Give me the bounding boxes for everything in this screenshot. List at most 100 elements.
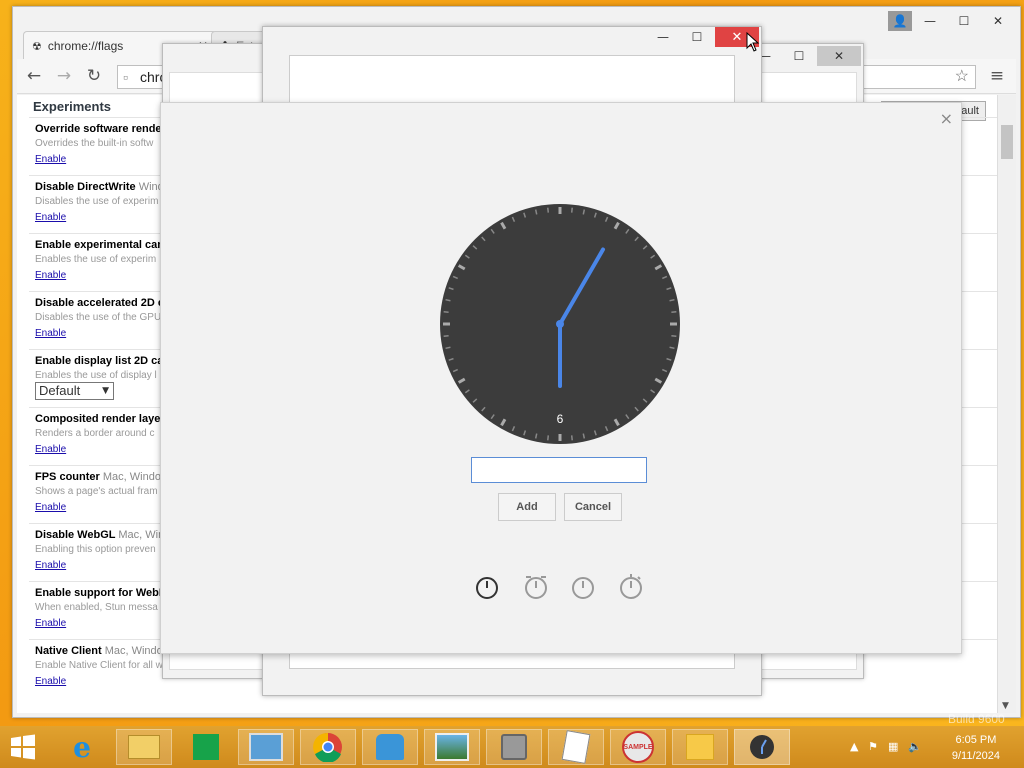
flag-enable-link[interactable]: Enable: [35, 328, 66, 339]
clock-app-icon[interactable]: [734, 729, 790, 765]
flag-title-text: FPS counter: [35, 471, 100, 483]
close-button[interactable]: ✕: [982, 11, 1014, 31]
flag-title-text: Override software render: [35, 123, 166, 135]
flag-title-text: Disable accelerated 2D ca: [35, 297, 171, 309]
flag-title-text: Enable experimental canv: [35, 239, 171, 251]
vertical-scrollbar[interactable]: ▼: [997, 95, 1016, 713]
select-value: Default: [39, 383, 81, 398]
network-icon[interactable]: ▦: [888, 740, 898, 753]
file-explorer-icon[interactable]: [116, 729, 172, 765]
flag-title: Disable accelerated 2D ca: [35, 297, 170, 309]
flag-title: Composited render layer: [35, 413, 165, 425]
tray-time: 6:05 PM: [955, 734, 997, 746]
maximize-button[interactable]: ☐: [783, 46, 815, 66]
time-input[interactable]: [471, 457, 647, 483]
add-button[interactable]: Add: [498, 493, 556, 521]
tray-date: 9/11/2024: [951, 750, 1000, 762]
flag-enable-link[interactable]: Enable: [35, 270, 66, 281]
windows-logo-icon: [11, 734, 35, 760]
start-button[interactable]: [0, 729, 46, 765]
star-icon[interactable]: ☆: [955, 66, 969, 88]
dropdown-arrow-icon: ▼: [102, 386, 109, 396]
flag-description: Shows a page's actual fram: [35, 486, 158, 497]
close-button[interactable]: ✕: [817, 46, 861, 66]
control-panel-icon[interactable]: [238, 729, 294, 765]
maximize-button[interactable]: ☐: [948, 11, 980, 31]
flag-enable-link[interactable]: Enable: [35, 212, 66, 223]
clock-tick: [570, 435, 573, 441]
analog-clock: 6: [440, 204, 680, 444]
system-tray: ▲ ⚑ ▦ 🔈 6:05 PM 9/11/2024: [844, 726, 1024, 768]
flag-platforms: Mac, Window: [102, 471, 169, 483]
taskbar: e SAMPLE ▲ ⚑ ▦ 🔈 6:05 PM 9/11/2024: [0, 726, 1024, 768]
store-icon[interactable]: [178, 729, 234, 765]
stopwatch-icon[interactable]: [618, 573, 644, 601]
clock-tick: [582, 433, 586, 439]
timer-icon[interactable]: [570, 573, 596, 601]
volume-mute-icon[interactable]: 🔈: [908, 740, 922, 753]
flag-enable-link[interactable]: Enable: [35, 560, 66, 571]
mouse-cursor-icon: [746, 32, 760, 52]
flag-title-text: Disable WebGL: [35, 529, 116, 541]
internet-explorer-icon[interactable]: e: [54, 729, 110, 765]
show-hidden-icons-icon[interactable]: ▲: [850, 740, 858, 753]
flag-description: Enables the use of experim: [35, 254, 157, 265]
flag-enable-link[interactable]: Enable: [35, 676, 66, 687]
scrollbar-thumb[interactable]: [1001, 125, 1013, 159]
dial-label: 6: [557, 412, 564, 426]
sample-app-icon[interactable]: SAMPLE: [610, 729, 666, 765]
clock-tick: [445, 346, 451, 350]
clock-tick: [669, 346, 675, 350]
action-center-flag-icon[interactable]: ⚑: [868, 740, 878, 753]
clock-tick: [582, 209, 586, 215]
reload-icon[interactable]: ↻: [83, 65, 105, 87]
clock-tick: [443, 334, 449, 337]
app-generic-icon[interactable]: [486, 729, 542, 765]
flag-title: Override software render: [35, 123, 166, 135]
chrome-window-controls: 👤 — ☐ ✕: [888, 11, 1014, 31]
clock-tick: [443, 311, 449, 314]
minimize-button[interactable]: —: [647, 27, 679, 47]
sticky-icon[interactable]: [672, 729, 728, 765]
alarm-icon[interactable]: [523, 573, 549, 601]
scroll-down-icon[interactable]: ▼: [1002, 701, 1009, 711]
forward-icon[interactable]: →: [53, 65, 75, 87]
flag-description: Enabling this option preven: [35, 544, 156, 555]
flag-enable-link[interactable]: Enable: [35, 444, 66, 455]
clock-tick: [671, 334, 677, 337]
tab-title: chrome://flags: [47, 39, 124, 53]
back-icon[interactable]: ←: [23, 65, 45, 87]
user-icon[interactable]: 👤: [888, 11, 912, 31]
flag-enable-link[interactable]: Enable: [35, 154, 66, 165]
flag-title: Disable DirectWrite Wind: [35, 181, 164, 193]
clock-tick: [534, 209, 538, 215]
flag-title: Disable WebGL Mac, Wind: [35, 529, 170, 541]
clock-tick: [547, 207, 550, 213]
flag-title: Enable display list 2D can: [35, 355, 170, 367]
flag-select[interactable]: Default ▼: [35, 382, 114, 400]
app-icon[interactable]: [362, 729, 418, 765]
clock-tick: [534, 433, 538, 439]
flag-description: Overrides the built-in softw: [35, 138, 154, 149]
flag-enable-link[interactable]: Enable: [35, 618, 66, 629]
flag-description: Enables the use of display l: [35, 370, 157, 381]
flag-description: When enabled, Stun messa: [35, 602, 158, 613]
flag-enable-link[interactable]: Enable: [35, 502, 66, 513]
flag-title: FPS counter Mac, Window: [35, 471, 169, 483]
flag-title-text: Enable display list 2D can: [35, 355, 171, 367]
chrome-icon[interactable]: [300, 729, 356, 765]
minimize-button[interactable]: —: [914, 11, 946, 31]
system-clock[interactable]: 6:05 PM 9/11/2024: [952, 732, 1000, 764]
maximize-button[interactable]: ☐: [681, 27, 713, 47]
flag-title-text: Enable support for WebR: [35, 587, 167, 599]
menu-icon[interactable]: ≡: [986, 65, 1008, 87]
notepad-icon[interactable]: [548, 729, 604, 765]
photos-icon[interactable]: [424, 729, 480, 765]
close-icon[interactable]: ×: [940, 109, 953, 128]
os-watermark: Build 9600: [948, 712, 1005, 726]
clock-icon[interactable]: [474, 573, 500, 601]
flag-title: Native Client Mac, Window: [35, 645, 171, 657]
cancel-button[interactable]: Cancel: [564, 493, 622, 521]
page-icon: ▫: [123, 69, 128, 85]
page-title: Experiments: [33, 99, 112, 114]
